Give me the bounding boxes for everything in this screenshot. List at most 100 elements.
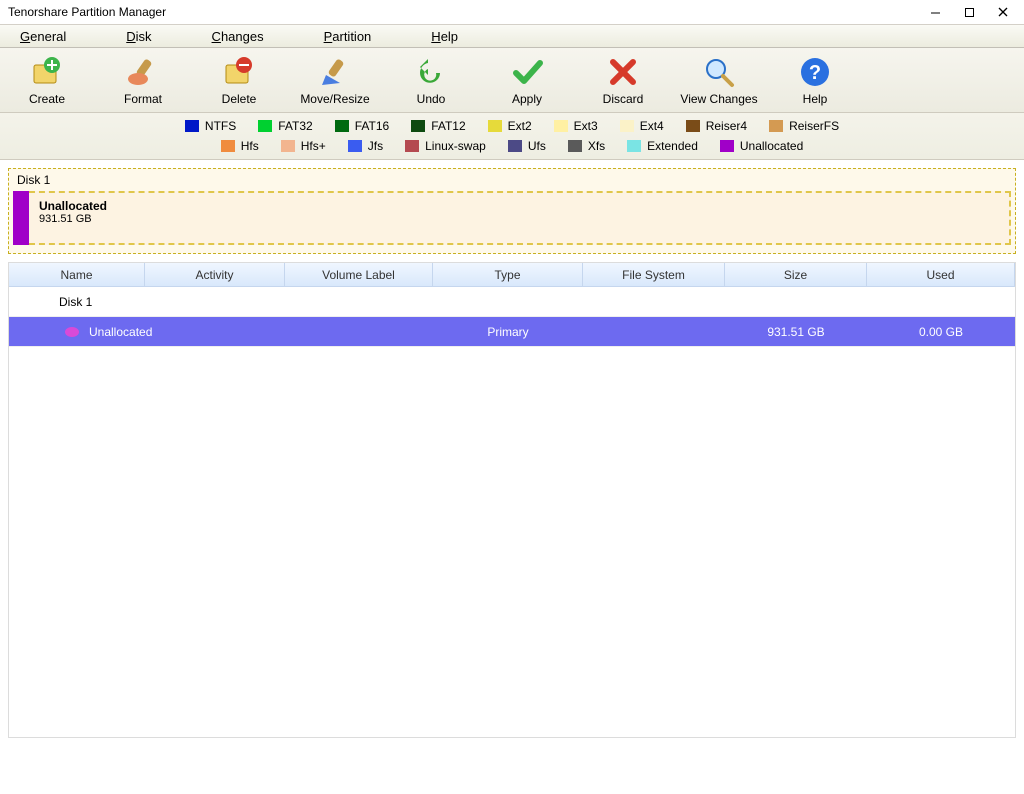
legend-row-2: Hfs Hfs+ Jfs Linux-swap Ufs Xfs Extended… — [221, 139, 804, 153]
maximize-button[interactable] — [952, 1, 986, 23]
menu-disk[interactable]: Disk — [126, 29, 151, 44]
cell-disk-name: Disk 1 — [9, 287, 145, 316]
cell-used: 0.00 GB — [867, 317, 1015, 346]
cell-size: 931.51 GB — [725, 317, 867, 346]
swatch-ext4 — [620, 120, 634, 132]
swatch-linuxswap — [405, 140, 419, 152]
menu-bar: General Disk Changes Partition Help — [0, 24, 1024, 48]
col-header-used[interactable]: Used — [867, 263, 1015, 286]
move-resize-icon — [317, 54, 353, 90]
menu-changes[interactable]: Changes — [212, 29, 264, 44]
legend-row-1: NTFS FAT32 FAT16 FAT12 Ext2 Ext3 Ext4 Re… — [185, 119, 839, 133]
view-changes-label: View Changes — [680, 92, 757, 106]
apply-label: Apply — [512, 92, 542, 106]
col-header-size[interactable]: Size — [725, 263, 867, 286]
help-button[interactable]: ? Help — [776, 54, 854, 106]
legend-ext3: Ext3 — [554, 119, 598, 133]
window-title: Tenorshare Partition Manager — [4, 5, 918, 19]
partition-size: 931.51 GB — [39, 213, 999, 225]
legend-extended: Extended — [627, 139, 698, 153]
format-button[interactable]: Format — [104, 54, 182, 106]
cell-vol-label — [285, 317, 433, 346]
swatch-fat32 — [258, 120, 272, 132]
col-header-type[interactable]: Type — [433, 263, 583, 286]
discard-button[interactable]: Discard — [584, 54, 662, 106]
legend-fat16: FAT16 — [335, 119, 389, 133]
delete-icon — [221, 54, 257, 90]
toolbar: Create Format Delete Move/Resize Undo Ap… — [0, 48, 1024, 113]
col-header-name[interactable]: Name — [9, 263, 145, 286]
format-icon — [125, 54, 161, 90]
menu-partition[interactable]: Partition — [324, 29, 372, 44]
menu-general-rest: eneral — [30, 29, 66, 44]
apply-icon — [509, 54, 545, 90]
swatch-ext2 — [488, 120, 502, 132]
swatch-hfs — [221, 140, 235, 152]
help-icon: ? — [797, 54, 833, 90]
swatch-xfs — [568, 140, 582, 152]
partition-color-bar — [13, 191, 29, 245]
cell-fs — [583, 317, 725, 346]
col-header-activity[interactable]: Activity — [145, 263, 285, 286]
legend-linuxswap: Linux-swap — [405, 139, 486, 153]
disk-strip[interactable]: Unallocated 931.51 GB — [13, 191, 1011, 245]
discard-label: Discard — [603, 92, 644, 106]
apply-button[interactable]: Apply — [488, 54, 566, 106]
title-bar: Tenorshare Partition Manager — [0, 0, 1024, 24]
partition-icon — [63, 325, 81, 339]
legend-reiser4: Reiser4 — [686, 119, 747, 133]
table-disk-row[interactable]: Disk 1 — [9, 287, 1015, 317]
delete-label: Delete — [222, 92, 257, 106]
create-button[interactable]: Create — [8, 54, 86, 106]
legend-fat32: FAT32 — [258, 119, 312, 133]
swatch-fat12 — [411, 120, 425, 132]
col-header-fs[interactable]: File System — [583, 263, 725, 286]
disk-map: Disk 1 Unallocated 931.51 GB — [8, 168, 1016, 254]
view-changes-button[interactable]: View Changes — [680, 54, 758, 106]
legend-xfs: Xfs — [568, 139, 605, 153]
svg-text:?: ? — [809, 62, 821, 84]
swatch-ntfs — [185, 120, 199, 132]
legend-unallocated: Unallocated — [720, 139, 803, 153]
swatch-ufs — [508, 140, 522, 152]
minimize-button[interactable] — [918, 1, 952, 23]
swatch-reiser4 — [686, 120, 700, 132]
partition-name: Unallocated — [39, 199, 999, 213]
menu-general[interactable]: General — [20, 29, 66, 44]
legend-jfs: Jfs — [348, 139, 383, 153]
legend-ext4: Ext4 — [620, 119, 664, 133]
cell-name: Unallocated — [9, 317, 145, 346]
partition-table: Name Activity Volume Label Type File Sys… — [8, 262, 1016, 738]
discard-icon — [605, 54, 641, 90]
swatch-ext3 — [554, 120, 568, 132]
move-resize-button[interactable]: Move/Resize — [296, 54, 374, 106]
legend-fat12: FAT12 — [411, 119, 465, 133]
legend-ufs: Ufs — [508, 139, 546, 153]
undo-label: Undo — [417, 92, 446, 106]
swatch-fat16 — [335, 120, 349, 132]
move-resize-label: Move/Resize — [300, 92, 369, 106]
legend-reiserfs: ReiserFS — [769, 119, 839, 133]
col-header-vol-label[interactable]: Volume Label — [285, 263, 433, 286]
menu-help[interactable]: Help — [431, 29, 458, 44]
delete-button[interactable]: Delete — [200, 54, 278, 106]
legend-hfs: Hfs — [221, 139, 259, 153]
swatch-reiserfs — [769, 120, 783, 132]
undo-icon — [413, 54, 449, 90]
view-changes-icon — [701, 54, 737, 90]
create-label: Create — [29, 92, 65, 106]
partition-info: Unallocated 931.51 GB — [29, 191, 1011, 245]
disk-map-label: Disk 1 — [13, 173, 1011, 191]
swatch-unallocated — [720, 140, 734, 152]
swatch-hfsplus — [281, 140, 295, 152]
disk-map-area: Disk 1 Unallocated 931.51 GB — [0, 160, 1024, 262]
legend-ext2: Ext2 — [488, 119, 532, 133]
table-row[interactable]: Unallocated Primary 931.51 GB 0.00 GB — [9, 317, 1015, 347]
cell-activity — [145, 317, 285, 346]
legend-ntfs: NTFS — [185, 119, 236, 133]
create-icon — [29, 54, 65, 90]
filesystem-legend: NTFS FAT32 FAT16 FAT12 Ext2 Ext3 Ext4 Re… — [0, 113, 1024, 160]
undo-button[interactable]: Undo — [392, 54, 470, 106]
format-label: Format — [124, 92, 162, 106]
close-button[interactable] — [986, 1, 1020, 23]
